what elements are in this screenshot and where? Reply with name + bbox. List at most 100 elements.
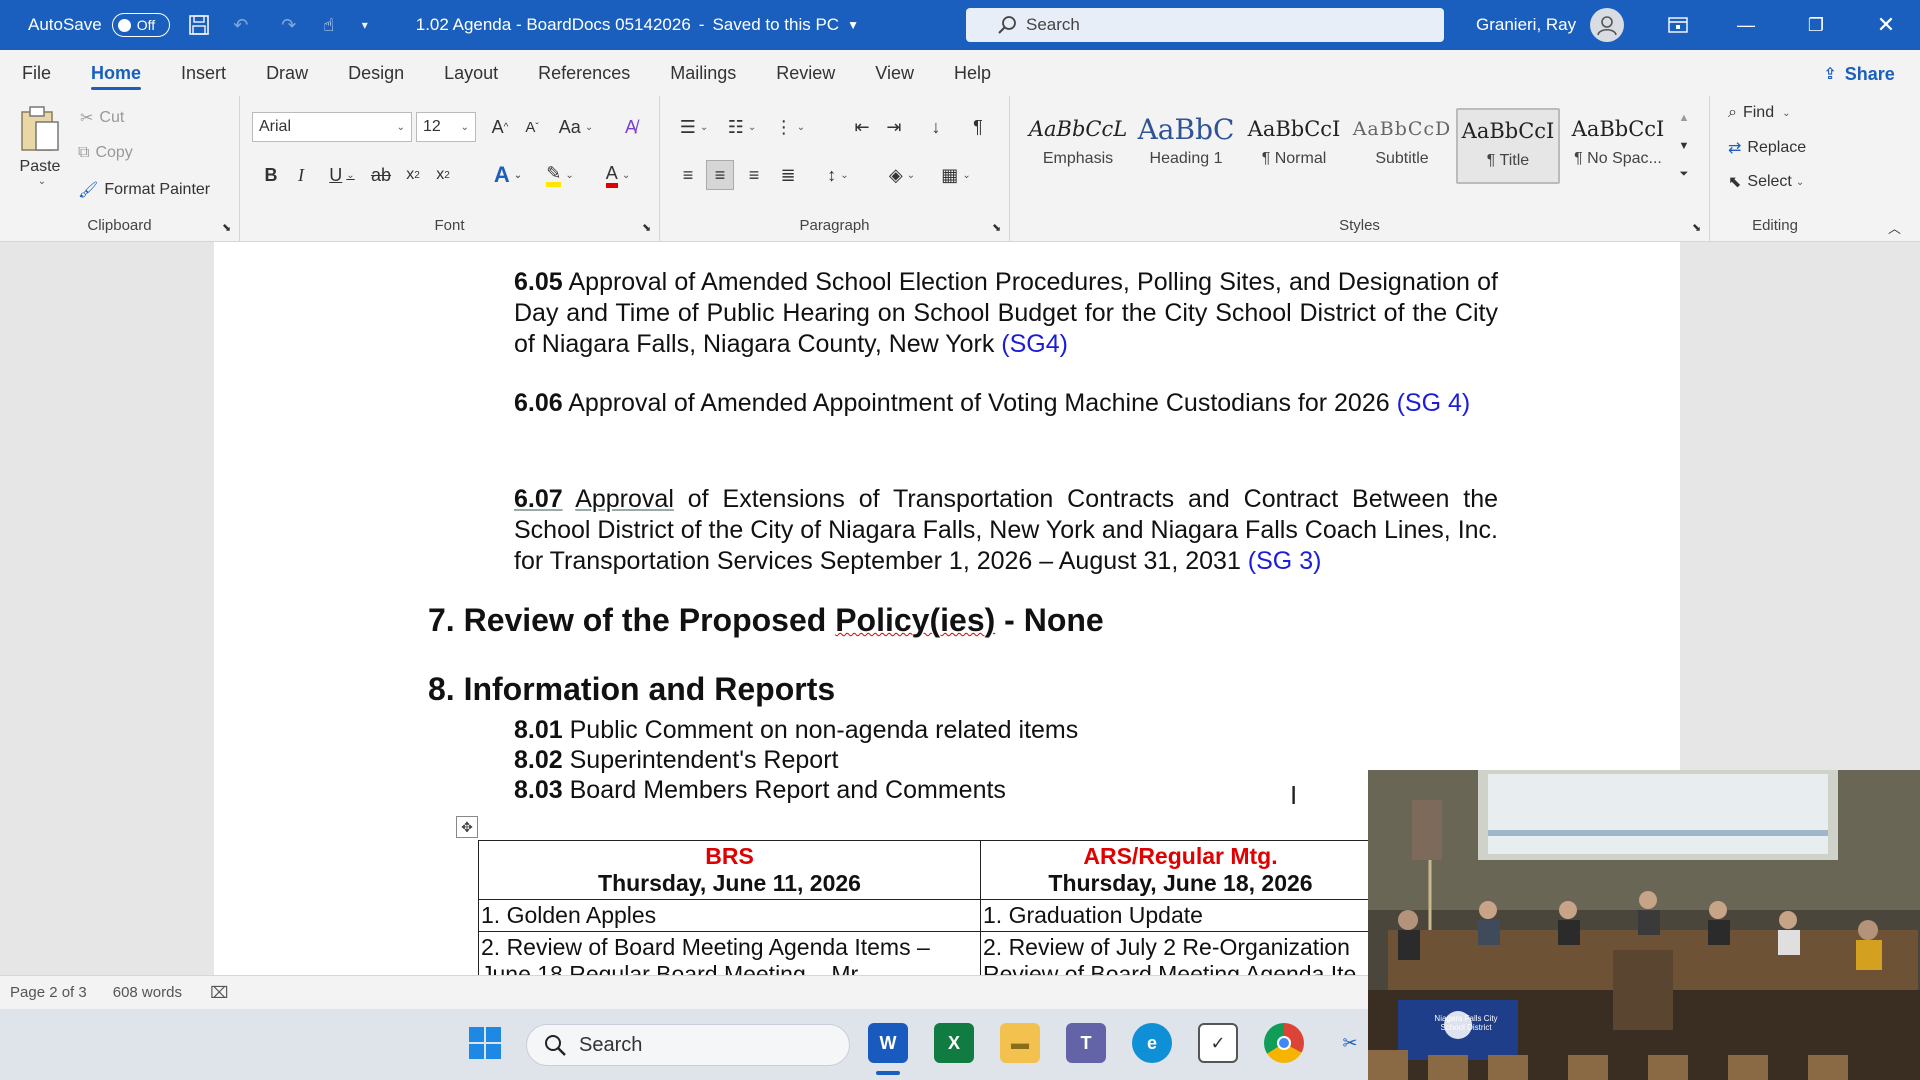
table-header-cell[interactable]: ARS/Regular Mtg. Thursday, June 18, 2026 xyxy=(980,840,1381,900)
meeting-video-overlay[interactable]: Niagara Falls City School District xyxy=(1368,770,1920,1080)
style-emphasis[interactable]: AaBbCcL Emphasis xyxy=(1026,108,1130,184)
table-cell[interactable]: 1. Golden Apples xyxy=(478,899,981,932)
tab-design[interactable]: Design xyxy=(328,50,424,96)
dialog-launcher-icon[interactable]: ⬊ xyxy=(222,221,231,234)
shrink-font-icon[interactable]: Aˇ xyxy=(518,112,546,142)
minimize-icon[interactable]: — xyxy=(1712,0,1780,50)
align-left-icon[interactable]: ≡ xyxy=(674,160,702,190)
font-color-icon[interactable]: A ⌄ xyxy=(596,160,640,190)
file-explorer-icon[interactable]: ▬ xyxy=(1000,1023,1040,1063)
heading-misspelled-word[interactable]: Policy(ies) xyxy=(835,602,995,638)
format-painter-button[interactable]: 🖌 Format Painter xyxy=(78,180,210,200)
cut-button[interactable]: ✂ Cut xyxy=(80,108,124,128)
style-subtitle[interactable]: AaBbCcD Subtitle xyxy=(1350,108,1454,184)
superscript-icon[interactable]: x2 xyxy=(430,160,456,190)
excel-app-icon[interactable]: X xyxy=(934,1023,974,1063)
title-search-box[interactable]: Search xyxy=(966,8,1444,42)
tab-insert[interactable]: Insert xyxy=(161,50,246,96)
numbering-icon[interactable]: ☷ ⌄ xyxy=(720,112,764,142)
copy-button[interactable]: ⧉ Copy xyxy=(78,144,133,162)
underline-icon[interactable]: U ⌄ xyxy=(320,160,364,190)
word-count[interactable]: 608 words xyxy=(113,984,182,1001)
document-title[interactable]: 1.02 Agenda - BoardDocs 05142026 - Saved… xyxy=(416,0,859,50)
decrease-indent-icon[interactable]: ⇤ xyxy=(848,112,876,142)
clear-formatting-icon[interactable]: A̸ xyxy=(616,112,646,142)
multilevel-list-icon[interactable]: ⋮ ⌄ xyxy=(768,112,812,142)
table-header-cell[interactable]: BRS Thursday, June 11, 2026 xyxy=(478,840,981,900)
styles-more-icon[interactable]: ⏷ xyxy=(1674,162,1694,186)
tab-home[interactable]: Home xyxy=(71,50,161,96)
schedule-table[interactable]: BRS Thursday, June 11, 2026 ARS/Regular … xyxy=(478,840,1381,975)
tab-references[interactable]: References xyxy=(518,50,650,96)
font-size-select[interactable]: 12 ⌄ xyxy=(416,112,476,142)
bold-icon[interactable]: B xyxy=(258,160,284,190)
snipping-tool-icon[interactable]: ✂ xyxy=(1330,1023,1370,1063)
strikethrough-icon[interactable]: ab xyxy=(368,160,394,190)
paste-button[interactable]: Paste ⌄ xyxy=(18,104,62,187)
show-formatting-marks-icon[interactable]: ¶ xyxy=(964,112,992,142)
styles-scroll-down-icon[interactable]: ▼ xyxy=(1674,134,1694,158)
borders-icon[interactable]: ▦ ⌄ xyxy=(934,160,978,190)
word-app-icon[interactable]: W xyxy=(868,1023,908,1063)
italic-icon[interactable]: I xyxy=(288,160,314,190)
clock-app-icon[interactable]: ✓ xyxy=(1198,1023,1238,1063)
table-cell[interactable]: 2. Review of Board Meeting Agenda Items … xyxy=(478,931,981,975)
table-cell[interactable]: 2. Review of July 2 Re-Organization Revi… xyxy=(980,931,1381,975)
table-move-handle-icon[interactable]: ✥ xyxy=(456,816,478,838)
chrome-browser-icon[interactable] xyxy=(1264,1023,1304,1063)
find-button[interactable]: ⌕ Find ⌄ xyxy=(1728,104,1790,122)
restore-icon[interactable]: ❐ xyxy=(1782,0,1850,50)
style-normal[interactable]: AaBbCcI ¶ Normal xyxy=(1242,108,1346,184)
shading-icon[interactable]: ◈ ⌄ xyxy=(880,160,924,190)
windows-start-icon[interactable] xyxy=(465,1023,505,1063)
tab-layout[interactable]: Layout xyxy=(424,50,518,96)
share-button[interactable]: ⇪ Share xyxy=(1814,58,1904,90)
dialog-launcher-icon[interactable]: ⬊ xyxy=(1692,221,1701,234)
tab-file[interactable]: File xyxy=(0,50,71,96)
tab-view[interactable]: View xyxy=(855,50,934,96)
edge-browser-icon[interactable]: e xyxy=(1132,1023,1172,1063)
subscript-icon[interactable]: x2 xyxy=(400,160,426,190)
font-name-select[interactable]: Arial ⌄ xyxy=(252,112,412,142)
align-center-icon[interactable]: ≡ xyxy=(706,160,734,190)
style-heading-1[interactable]: AaBbC Heading 1 xyxy=(1134,108,1238,184)
redo-icon[interactable]: ↷ xyxy=(274,10,304,40)
style-title[interactable]: AaBbCcI ¶ Title xyxy=(1456,108,1560,184)
bullets-icon[interactable]: ☰ ⌄ xyxy=(672,112,716,142)
align-right-icon[interactable]: ≡ xyxy=(740,160,768,190)
autosave-toggle[interactable]: Off xyxy=(111,13,170,37)
tab-mailings[interactable]: Mailings xyxy=(650,50,756,96)
justify-icon[interactable]: ≣ xyxy=(774,160,802,190)
tab-draw[interactable]: Draw xyxy=(246,50,328,96)
increase-indent-icon[interactable]: ⇥ xyxy=(880,112,908,142)
highlight-color-icon[interactable]: ✎ ⌄ xyxy=(538,160,582,190)
touch-mode-icon[interactable]: ☝ xyxy=(314,10,344,40)
text-effects-icon[interactable]: A ⌄ xyxy=(486,160,530,190)
dialog-launcher-icon[interactable]: ⬊ xyxy=(642,221,651,234)
tab-help[interactable]: Help xyxy=(934,50,1011,96)
grow-font-icon[interactable]: A ^ xyxy=(486,112,514,142)
item-reference[interactable]: (SG4) xyxy=(1001,330,1068,358)
collapse-ribbon-icon[interactable]: ︿ xyxy=(1888,218,1901,237)
item-reference[interactable]: (SG 4) xyxy=(1397,389,1471,417)
dialog-launcher-icon[interactable]: ⬊ xyxy=(992,221,1001,234)
sort-icon[interactable]: ↓ xyxy=(922,112,950,142)
page-count[interactable]: Page 2 of 3 xyxy=(10,984,87,1001)
save-icon[interactable] xyxy=(184,10,214,40)
undo-icon[interactable]: ↶ xyxy=(226,10,256,40)
line-spacing-icon[interactable]: ↕ ⌄ xyxy=(816,160,860,190)
user-account[interactable]: Granieri, Ray xyxy=(1476,0,1625,50)
change-case-icon[interactable]: Aa ⌄ xyxy=(554,112,598,142)
customize-toolbar-icon[interactable]: ▾ xyxy=(350,10,380,40)
table-cell[interactable]: 1. Graduation Update xyxy=(980,899,1381,932)
select-button[interactable]: ⬉ Select ⌄ xyxy=(1728,172,1804,192)
style-no-spacing[interactable]: AaBbCcI ¶ No Spac... xyxy=(1566,108,1670,184)
taskbar-search[interactable]: Search xyxy=(526,1024,850,1066)
tab-review[interactable]: Review xyxy=(756,50,855,96)
styles-scroll-up-icon[interactable]: ▲ xyxy=(1674,106,1694,130)
teams-app-icon[interactable]: T xyxy=(1066,1023,1106,1063)
close-icon[interactable]: ✕ xyxy=(1852,0,1920,50)
proofing-icon[interactable]: ⌧ xyxy=(210,983,228,1003)
item-reference[interactable]: (SG 3) xyxy=(1248,547,1322,575)
ribbon-display-options-icon[interactable] xyxy=(1644,0,1712,50)
